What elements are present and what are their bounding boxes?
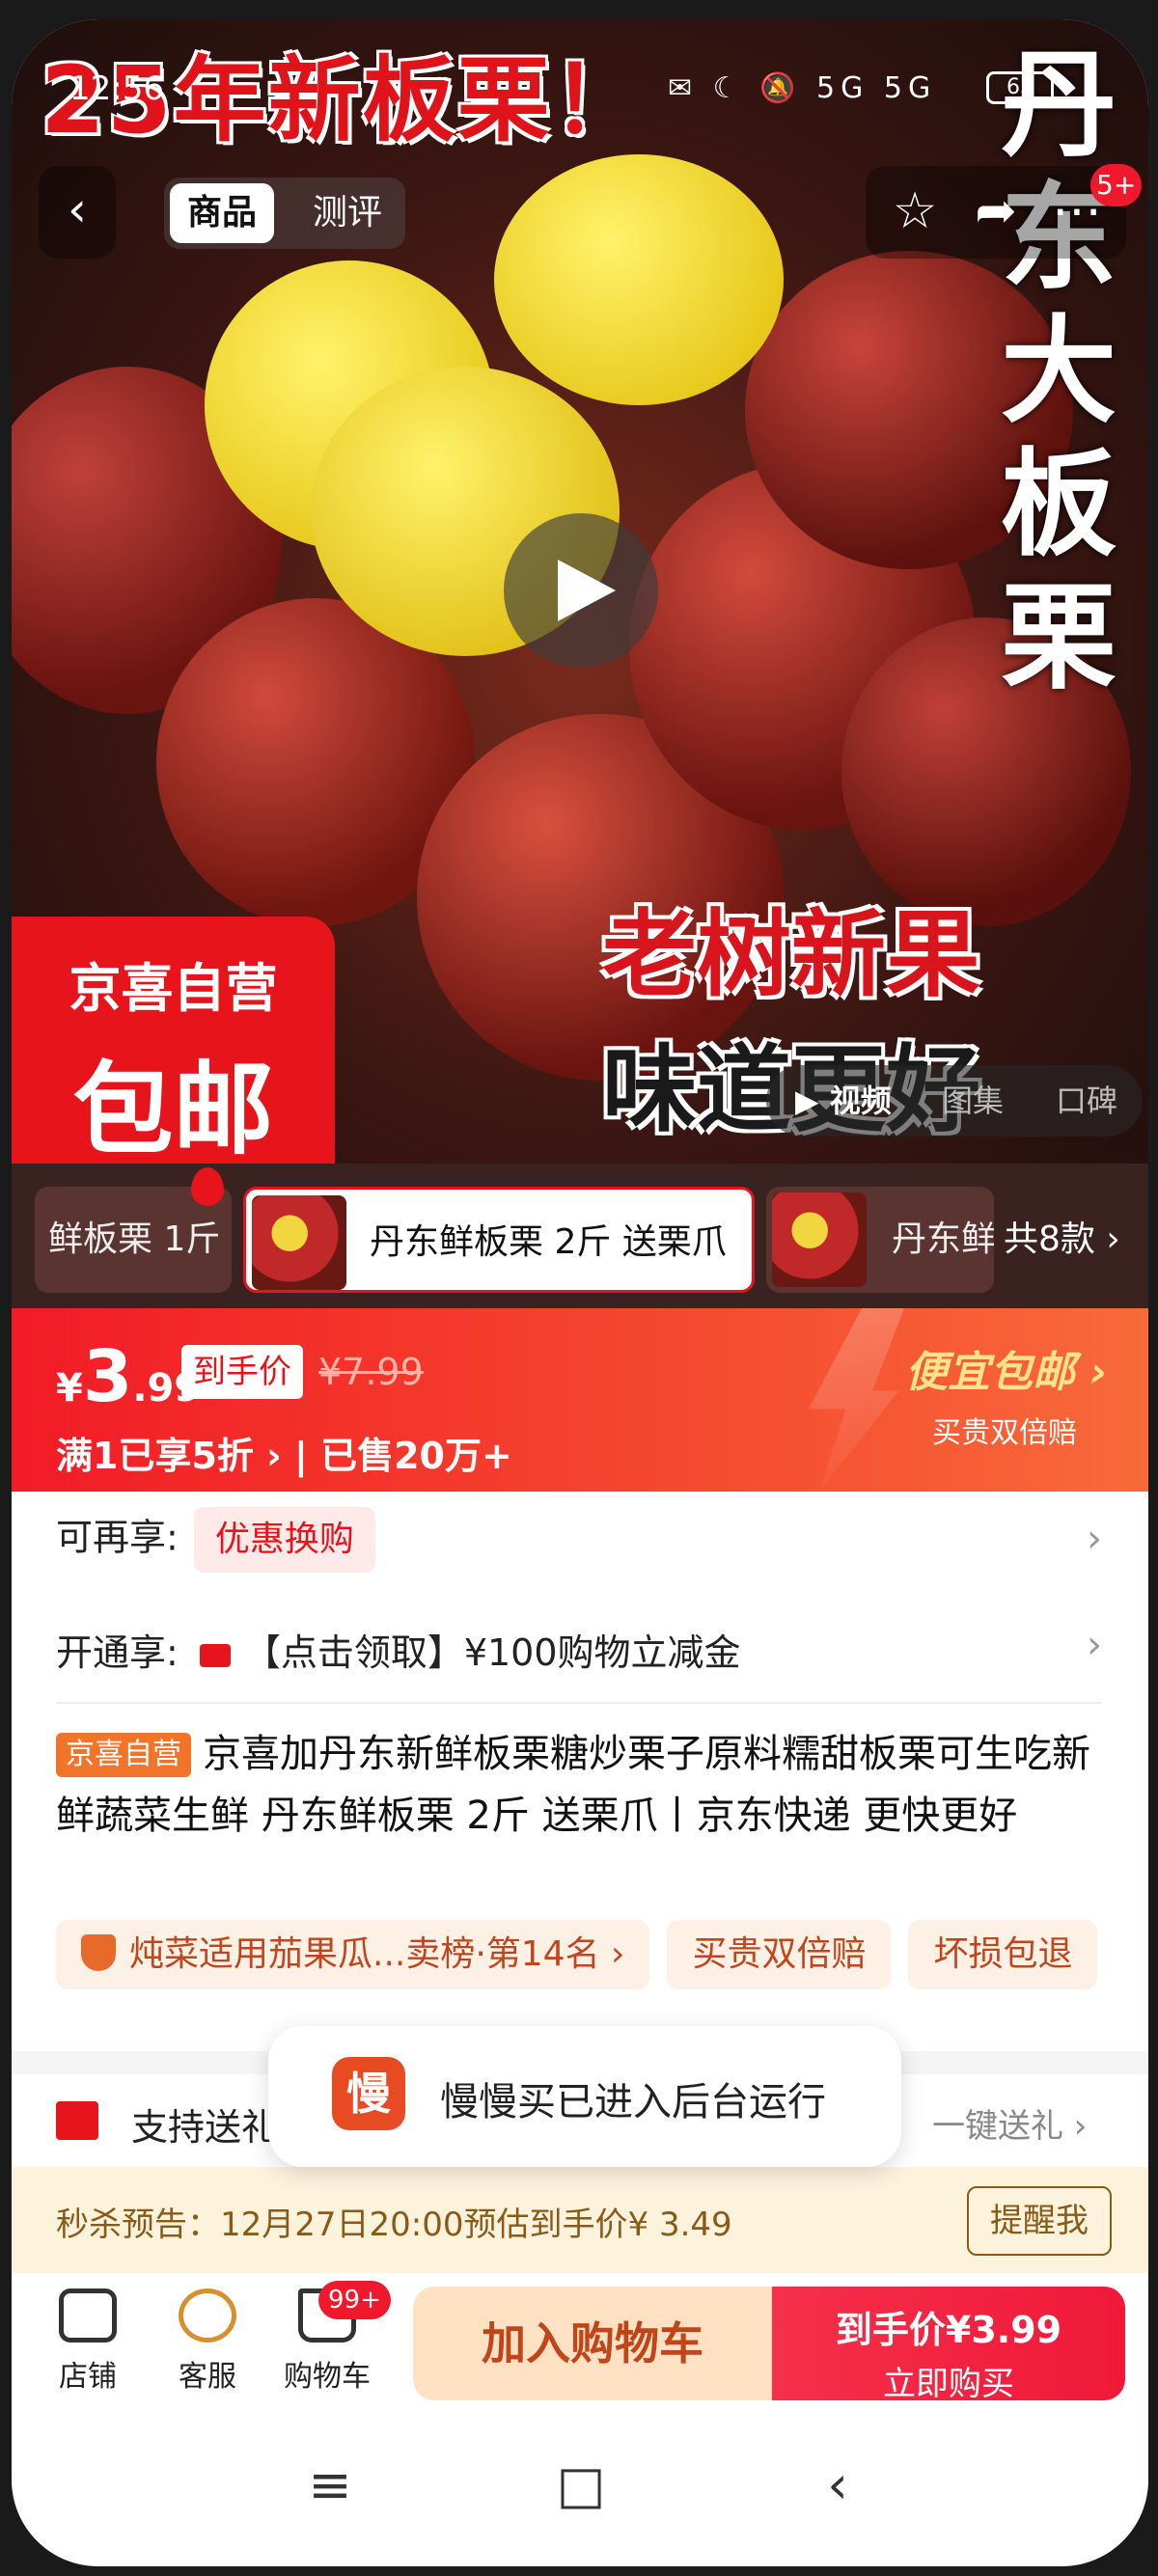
chevron-right-icon: › — [1087, 1623, 1102, 1667]
chevron-right-icon: › — [1087, 1517, 1102, 1561]
cart-label: 购物车 — [284, 2360, 371, 2394]
self-operated-tag: 京喜自营 — [56, 1733, 191, 1777]
damage-refund-tag[interactable]: 坏损包退 — [908, 1920, 1098, 1989]
home-nav-button[interactable]: □ — [552, 2456, 610, 2514]
status-bar: 12:56 ✉ ☾ 🔕 5G 5G 65 — [12, 58, 1148, 125]
hero-vertical-title: 丹东大板栗 — [1001, 37, 1117, 705]
variant-strip: 鲜板栗 1斤 丹东鲜板栗 2斤 送栗爪 丹东鲜 共8款 › — [12, 1164, 1148, 1308]
status-icons: ✉ ☾ 🔕 5G 5G — [668, 71, 937, 105]
variant-thumbnail — [252, 1195, 346, 1290]
price-banner: ¥3.99 到手价 ¥7.99 满1已享5折 › | 已售20万+ 便宜包邮 ›… — [12, 1308, 1148, 1492]
double-compensation-tag[interactable]: 买贵双倍赔 — [667, 1920, 892, 1989]
variant-chip-selected[interactable]: 丹东鲜板栗 2斤 送栗爪 — [243, 1187, 755, 1293]
message-badge: 5+ — [1090, 164, 1143, 206]
one-click-gift-link[interactable]: 一键送礼 › — [932, 2099, 1087, 2147]
system-nav-bar: ≡ □ ‹ — [12, 2408, 1148, 2566]
media-tabs: ▶ 视频 图集 口碑 — [766, 1065, 1143, 1137]
chevron-left-icon: ‹ — [68, 181, 87, 237]
store-label: 店铺 — [59, 2360, 117, 2394]
current-price: ¥3.99 — [56, 1335, 202, 1418]
exchange-deal-tag[interactable]: 优惠换购 — [193, 1507, 375, 1573]
home-square-icon: □ — [556, 2454, 606, 2515]
variant-label: 鲜板栗 1斤 — [48, 1219, 221, 1259]
cart-count-badge: 99+ — [318, 2281, 391, 2319]
add-to-cart-button[interactable]: 加入购物车 — [413, 2287, 772, 2400]
original-price: ¥7.99 — [318, 1351, 424, 1393]
back-nav-button[interactable]: ‹ — [809, 2456, 867, 2514]
share-button[interactable]: ➦ — [962, 178, 1030, 245]
variant-count-link[interactable]: 共8款 › — [1004, 1187, 1120, 1293]
variant-chip[interactable]: 丹东鲜 — [766, 1187, 994, 1293]
media-tab-reviews[interactable]: 口碑 — [1056, 1065, 1117, 1137]
buy-now-label: 立即购买 — [883, 2365, 1014, 2403]
top-actions: ☆ ➦ ⋯ — [866, 166, 1126, 259]
ranking-tag[interactable]: 炖菜适用茄果瓜...卖榜·第14名 › — [56, 1920, 650, 1989]
toast-notification: 慢 慢慢买已进入后台运行 — [268, 2026, 901, 2167]
battery-icon: 65 — [986, 71, 1054, 104]
menu-icon: ≡ — [308, 2454, 352, 2515]
variant-label: 丹东鲜板栗 2斤 送栗爪 — [370, 1222, 727, 1262]
play-video-button[interactable] — [504, 513, 658, 668]
card-icon — [199, 1643, 231, 1667]
menu-nav-button[interactable]: ≡ — [301, 2456, 359, 2514]
status-time: 12:56 — [69, 69, 164, 108]
double-compensation-text: 买贵双倍赔 — [932, 1416, 1077, 1450]
to-hand-price-label: 到手价 — [181, 1345, 303, 1399]
gift-icon — [56, 2101, 98, 2140]
favorite-button[interactable]: ☆ — [881, 178, 949, 245]
star-icon: ☆ — [892, 182, 938, 240]
play-icon — [558, 560, 616, 621]
back-button[interactable]: ‹ — [39, 166, 116, 259]
membership-row[interactable]: 开通享: 【点击领取】¥100购物立减金 — [56, 1623, 741, 1676]
buy-now-button[interactable]: 到手价¥3.99 立即购买 — [772, 2287, 1125, 2403]
bottom-action-bar: 店铺 客服 购物车 99+ 加入购物车 到手价¥3.99 立即购买 — [12, 2273, 1148, 2408]
customer-service-label: 客服 — [179, 2360, 236, 2394]
top-tabs: 商品 测评 — [164, 178, 405, 249]
variant-thumbnail — [772, 1192, 867, 1287]
buy-now-price: 到手价¥3.99 — [835, 2309, 1062, 2351]
flash-sale-preview: 秒杀预告：12月27日20:00预估到手价¥ 3.49 提醒我 — [12, 2167, 1148, 2273]
flash-sale-text: 秒杀预告：12月27日20:00预估到手价¥ 3.49 — [56, 2206, 732, 2244]
tab-review[interactable]: 测评 — [295, 183, 400, 243]
media-tab-video[interactable]: ▶ 视频 — [795, 1065, 892, 1137]
tab-product[interactable]: 商品 — [170, 183, 275, 243]
share-icon: ➦ — [975, 182, 1017, 240]
divider — [56, 1702, 1102, 1704]
badge-line2: 包邮 — [72, 1051, 274, 1164]
store-icon — [59, 2288, 117, 2343]
feature-tags: 炖菜适用茄果瓜...卖榜·第14名 › 买贵双倍赔 坏损包退 — [56, 1920, 1115, 1993]
product-info-card: 可再享: 优惠换购 › 开通享: 【点击领取】¥100购物立减金 › 京喜自营 京喜加… — [12, 1492, 1148, 2051]
self-operated-badge: 京喜自营 包邮 — [12, 917, 335, 1164]
store-button[interactable]: 店铺 — [35, 2288, 141, 2395]
chestnut-kernel-shape — [494, 154, 784, 405]
toast-text: 慢慢买已进入后台运行 — [440, 2080, 826, 2124]
customer-service-button[interactable]: 客服 — [154, 2288, 261, 2395]
gift-label: 支持送礼 — [131, 2106, 279, 2149]
hot-flame-icon — [191, 1167, 224, 1206]
remind-me-button[interactable]: 提醒我 — [967, 2186, 1112, 2256]
lightning-icon — [809, 1308, 904, 1492]
ranking-badge-icon — [81, 1934, 116, 1971]
product-title: 京喜自营 京喜加丹东新鲜板栗糖炒栗子原料糯甜板栗可生吃新鲜蔬菜生鲜 丹东鲜板栗 2… — [56, 1732, 1090, 1838]
media-tab-gallery[interactable]: 图集 — [942, 1065, 1004, 1137]
back-arrow-icon: ‹ — [827, 2454, 848, 2515]
membership-offer: 【点击领取】¥100购物立减金 — [243, 1631, 741, 1674]
variant-label: 丹东鲜 — [892, 1219, 994, 1259]
extra-deal-row[interactable]: 可再享: 优惠换购 — [56, 1507, 375, 1573]
cheap-shipping-link[interactable]: 便宜包邮 › — [905, 1337, 1107, 1399]
membership-label: 开通享: — [56, 1631, 179, 1674]
app-icon: 慢 — [332, 2057, 405, 2130]
badge-line1: 京喜自营 — [69, 958, 278, 1019]
extra-deal-label: 可再享: — [56, 1516, 179, 1559]
customer-service-icon — [179, 2288, 236, 2343]
promo-info[interactable]: 满1已享5折 › | 已售20万+ — [56, 1426, 512, 1479]
hero-slogan-1: 老树新果 — [602, 900, 981, 1010]
phone-screen: 25年新板栗！ 丹东大板栗 老树新果 味道更好 京喜自营 包邮 ▶ 视频 图集 … — [12, 19, 1148, 2566]
